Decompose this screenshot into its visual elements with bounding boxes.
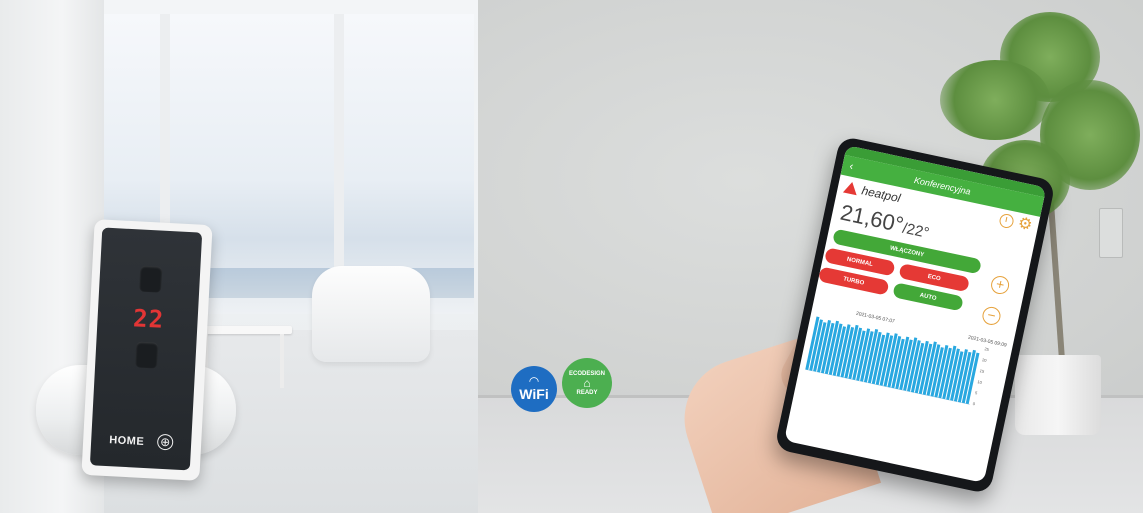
remote-plus-icon: ⊕: [156, 433, 174, 451]
scene: 22 HOME ⊕ ◠ WiFi ECODESIGN ⌂ READY ‹ Kon…: [0, 0, 1143, 513]
wifi-icon: ◠: [529, 374, 539, 388]
ecodesign-bottom-label: READY: [576, 389, 598, 396]
remote-down-button: [135, 341, 159, 369]
wifi-badge: ◠ WiFi: [511, 366, 557, 412]
plant-foliage: [940, 60, 1050, 140]
heatpol-logo-icon: [842, 180, 860, 196]
house-icon: ⌂: [583, 375, 591, 390]
chart-y-tick: 10: [977, 379, 983, 385]
set-temperature: /22°: [900, 219, 931, 242]
minus-icon[interactable]: −: [980, 305, 1003, 327]
remote-display: 22: [132, 304, 165, 334]
chart-y-tick: 0: [972, 401, 976, 407]
armchair: [312, 266, 430, 362]
remote-up-button: [139, 265, 163, 293]
wall-switch: [1099, 208, 1123, 258]
chart-y-tick: 15: [979, 368, 985, 374]
gear-icon[interactable]: ⚙: [1016, 215, 1034, 235]
table-leg: [280, 334, 284, 388]
plant-pot: [1015, 355, 1101, 435]
left-room-photo: 22 HOME ⊕: [0, 0, 478, 513]
ecodesign-badge: ECODESIGN ⌂ READY: [562, 358, 612, 408]
plus-icon[interactable]: +: [989, 274, 1011, 296]
chart-y-tick: 20: [982, 357, 988, 363]
side-table: [196, 326, 292, 334]
wifi-label: WiFi: [519, 386, 549, 402]
remote-home-label: HOME: [108, 434, 145, 448]
chart-y-tick: 25: [984, 346, 990, 352]
thermostat-remote: 22 HOME ⊕: [81, 219, 213, 481]
remote-face: 22 HOME ⊕: [89, 227, 203, 471]
chart-y-tick: 5: [975, 390, 979, 396]
clock-icon[interactable]: [997, 212, 1015, 230]
